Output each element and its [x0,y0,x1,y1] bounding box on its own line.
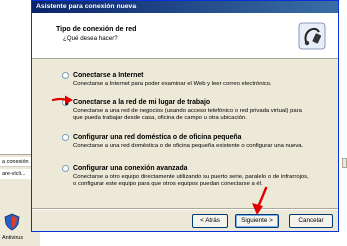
option-home-network-title[interactable]: Configurar una red doméstica o de oficin… [73,133,313,142]
background-window-edge [342,158,347,168]
option-advanced-connection[interactable]: Configurar una conexión avanzada Conecta… [62,164,313,188]
radio-advanced-connection[interactable] [62,165,69,172]
next-button[interactable]: Siguiente > [235,214,279,228]
option-home-network-description: Conectarse a una red doméstica o de ofic… [73,143,304,149]
option-workplace-network[interactable]: Conectarse a la red de mi lugar de traba… [62,98,313,122]
new-connection-wizard: Asistente para conexión nueva Tipo de co… [31,0,339,232]
option-internet[interactable]: Conectarse a Internet Conectarse a Inter… [62,71,313,88]
cancel-button[interactable]: Cancelar [289,214,333,228]
network-connection-icon [298,22,326,50]
window-title: Asistente para conexión nueva [32,1,338,13]
back-button[interactable]: < Atrás [192,214,228,228]
option-advanced-connection-description: Conectarse a otro equipo directamente ut… [73,174,309,187]
page-title: Tipo de conexión de red [56,26,137,33]
option-home-network[interactable]: Configurar una red doméstica o de oficin… [62,133,313,150]
annotation-arrow-down-icon [252,186,268,215]
option-advanced-connection-title[interactable]: Configurar una conexión avanzada [73,164,313,173]
option-workplace-network-description: Conectarse a una red de negocios (usando… [73,108,302,121]
option-internet-title[interactable]: Conectarse a Internet [73,71,313,80]
radio-home-network[interactable] [62,134,69,141]
annotation-arrow-left-icon [52,95,73,105]
wizard-header: Tipo de conexión de red ¿Qué desea hacer… [32,13,338,59]
option-internet-description: Conectarse a Internet para poder examina… [73,81,272,87]
antivirus-shield-icon [4,213,20,231]
page-subtitle: ¿Qué desea hacer? [63,35,118,42]
radio-internet[interactable] [62,72,69,79]
antivirus-label: Antivirus [2,235,24,241]
option-workplace-network-title[interactable]: Conectarse a la red de mi lugar de traba… [73,98,313,107]
button-separator [32,208,338,210]
